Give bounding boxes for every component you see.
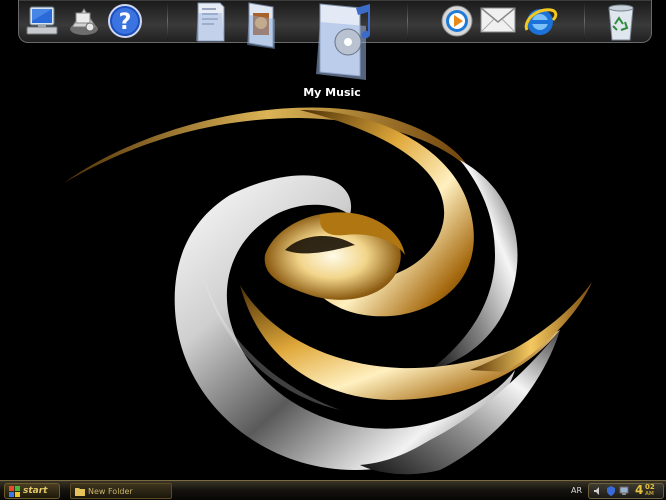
dock-separator — [584, 2, 585, 40]
my-music-icon[interactable] — [312, 0, 374, 80]
language-indicator[interactable]: AR — [571, 486, 582, 495]
dock-separator — [167, 2, 168, 40]
clock[interactable]: 4 02 AM — [635, 482, 665, 500]
media-player-icon[interactable] — [439, 3, 475, 39]
dock-hover-label: My Music — [303, 86, 361, 99]
speaker-icon[interactable] — [593, 486, 603, 496]
clock-period: AM — [645, 491, 654, 497]
recycle-bin-icon[interactable] — [603, 2, 639, 42]
folder-icon — [75, 487, 85, 496]
mail-icon[interactable] — [479, 4, 519, 36]
my-computer-icon[interactable] — [24, 3, 60, 39]
taskbar-window-button[interactable]: New Folder — [70, 483, 172, 499]
svg-text:?: ? — [119, 10, 132, 35]
network-places-icon[interactable] — [66, 3, 102, 39]
taskbar: start New Folder AR 4 02 AM — [0, 480, 666, 500]
internet-explorer-icon[interactable] — [521, 2, 559, 40]
shield-icon[interactable] — [606, 486, 616, 496]
start-button[interactable]: start — [4, 483, 60, 499]
desktop-screen: ? My Music start New Folder AR 4 02 AM — [0, 0, 666, 500]
taskbar-window-label: New Folder — [88, 486, 133, 496]
windows-logo-icon — [9, 485, 20, 497]
start-label: start — [23, 486, 48, 496]
clock-hour: 4 — [635, 483, 644, 497]
my-pictures-icon[interactable] — [243, 1, 279, 49]
my-documents-icon[interactable] — [194, 1, 228, 45]
network-status-icon[interactable] — [619, 486, 629, 496]
dock-separator — [407, 2, 408, 40]
clock-minute: 02 — [645, 483, 655, 491]
help-icon[interactable]: ? — [106, 2, 144, 40]
